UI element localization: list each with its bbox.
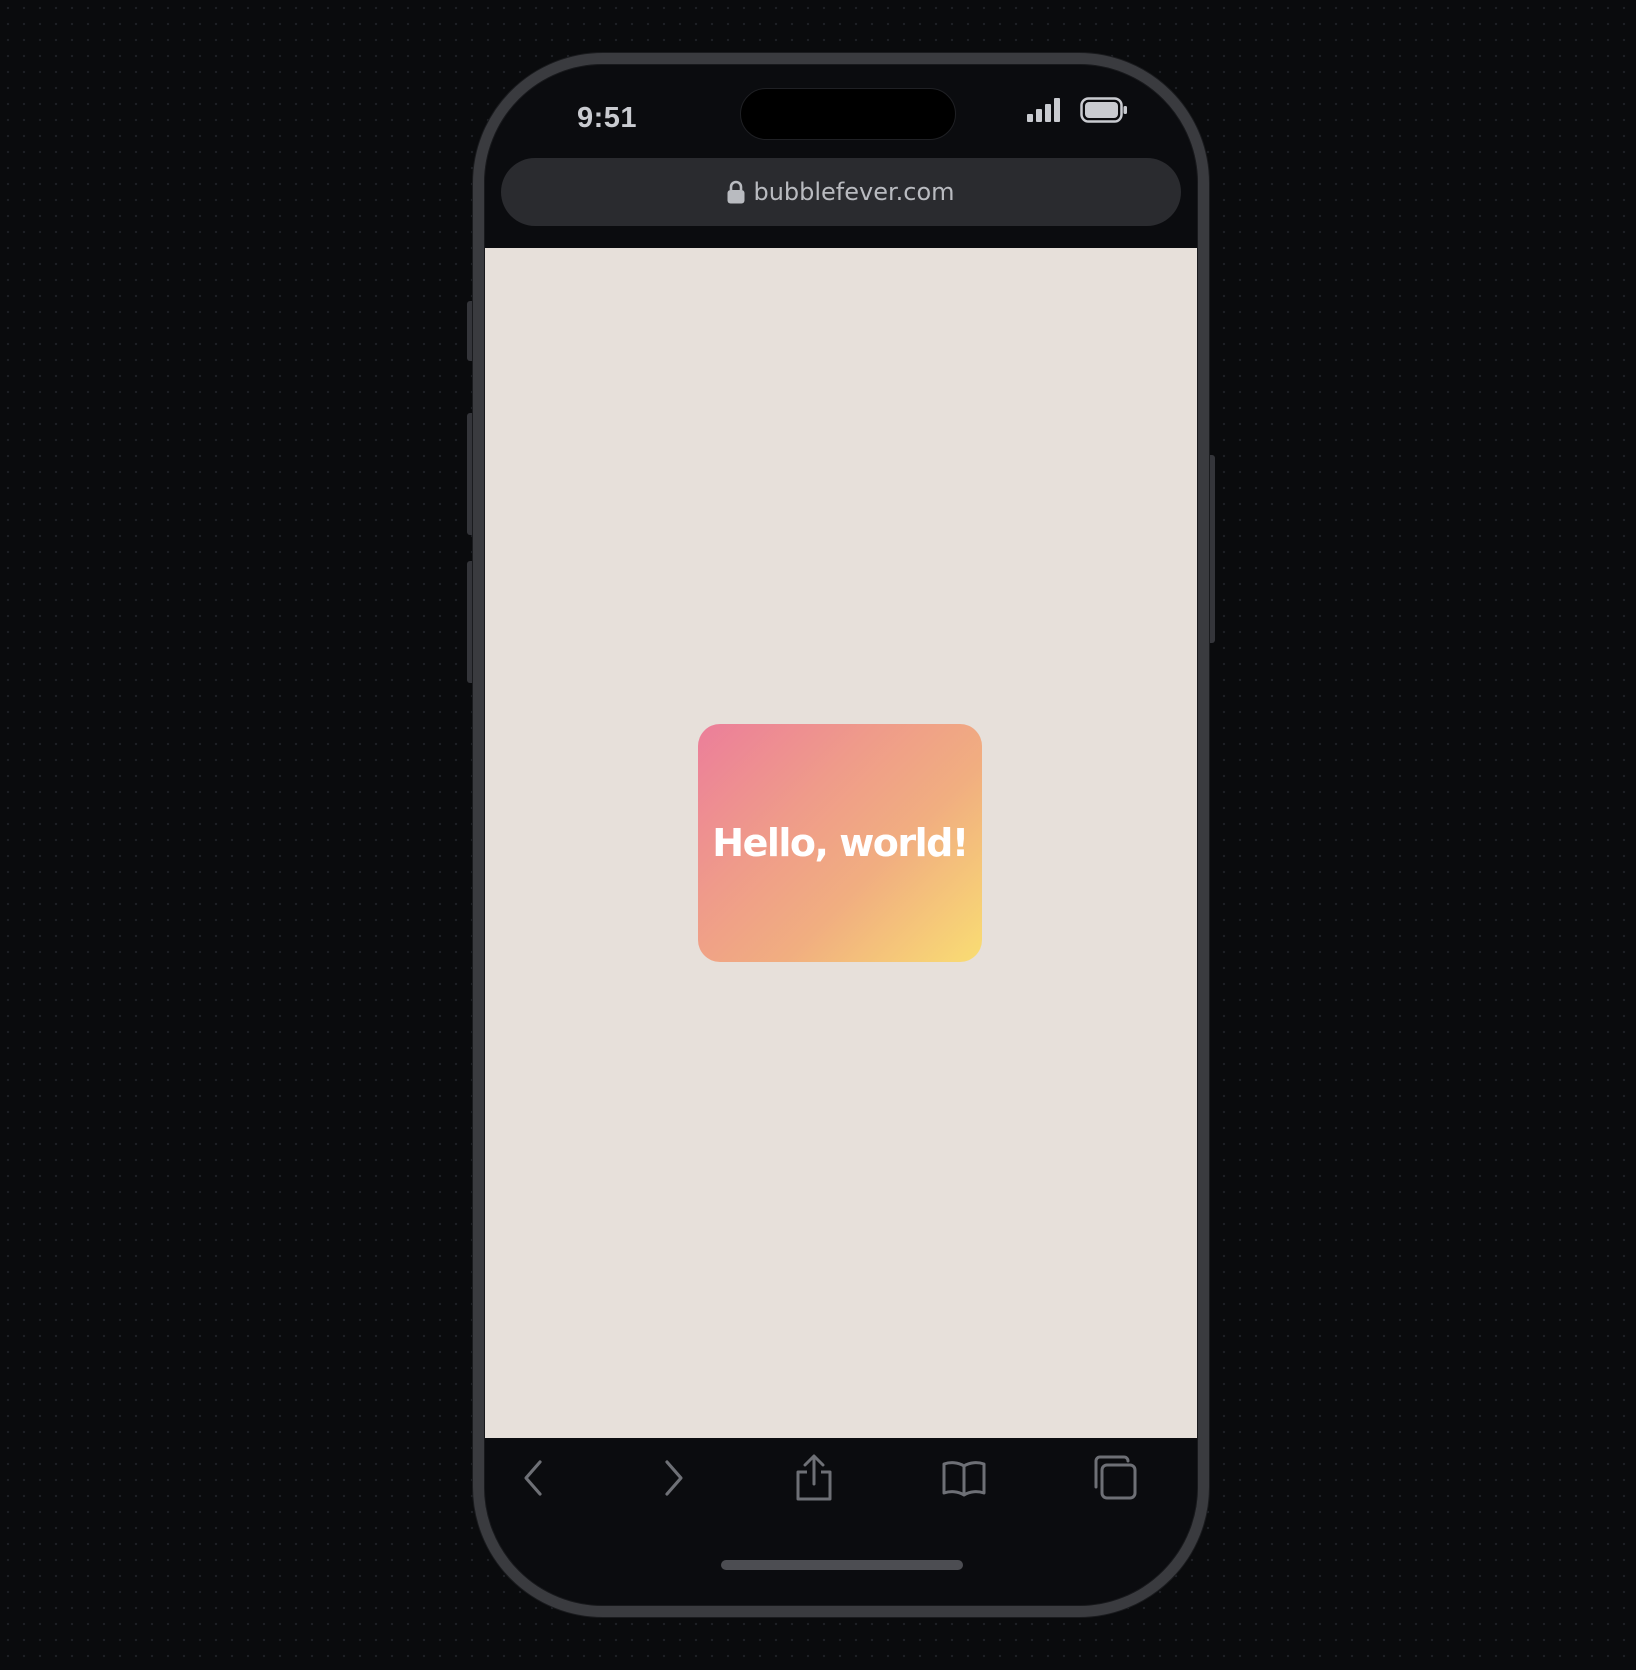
tabs-button[interactable] — [1088, 1452, 1140, 1504]
share-button[interactable] — [788, 1452, 840, 1504]
cellular-signal-icon — [1027, 98, 1060, 122]
share-icon — [796, 1454, 832, 1501]
status-time: 9:51 — [577, 102, 638, 134]
chevron-left-icon — [524, 1460, 542, 1496]
tabs-icon — [1094, 1455, 1137, 1500]
url-text: bubblefever.com — [753, 178, 955, 206]
address-bar[interactable]: bubblefever.com — [501, 158, 1181, 226]
forward-button[interactable] — [647, 1452, 699, 1504]
dynamic-island — [740, 88, 956, 140]
lock-icon — [727, 180, 745, 204]
phone-frame: 9:51 bubblefever.com Hello, world! — [473, 53, 1209, 1617]
hello-card: Hello, world! — [698, 724, 982, 962]
battery-icon — [1080, 97, 1127, 123]
bookmarks-button[interactable] — [938, 1452, 990, 1504]
web-content: Hello, world! — [485, 248, 1197, 1438]
browser-toolbar — [484, 1438, 1198, 1528]
back-button[interactable] — [508, 1452, 560, 1504]
bookmarks-icon — [942, 1461, 986, 1497]
card-heading: Hello, world! — [712, 821, 969, 865]
chevron-right-icon — [665, 1460, 683, 1496]
home-indicator[interactable] — [721, 1560, 963, 1570]
